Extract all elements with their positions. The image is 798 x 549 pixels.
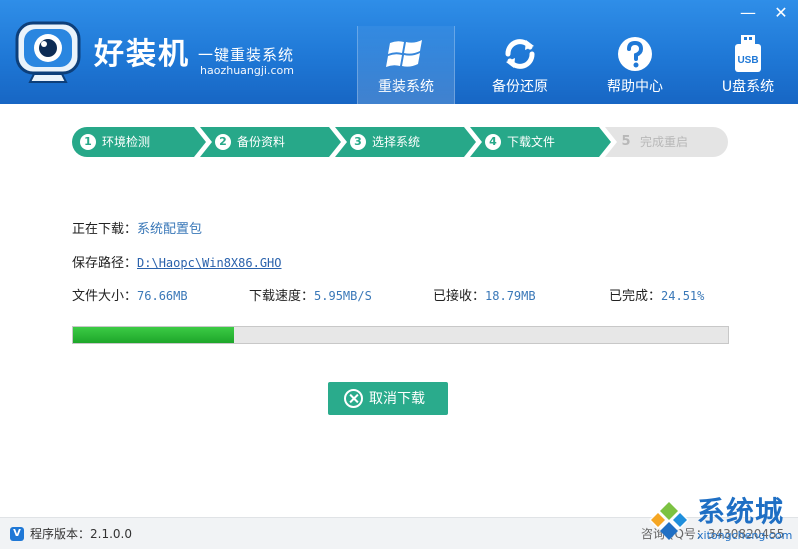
- step-label: 选择系统: [372, 135, 421, 149]
- nav-reinstall-system[interactable]: 重装系统: [357, 26, 455, 104]
- completed-label: 已完成：: [609, 289, 662, 304]
- file-size-label: 文件大小：: [72, 289, 138, 304]
- file-size-value: 76.66MB: [137, 289, 188, 303]
- step-number: 1: [80, 134, 96, 150]
- completed-stat: 已完成：24.51%: [609, 286, 704, 307]
- downloading-label: 正在下载：: [72, 222, 138, 237]
- title-bar: 好装机 一键重装系统 haozhuangji.com 重装系统 备份还原 帮助中…: [0, 0, 798, 104]
- download-progress-bar: [72, 326, 729, 344]
- progress-fill: [73, 327, 234, 343]
- step-finish-restart: 5 完成重启: [605, 127, 728, 157]
- cancel-download-button[interactable]: 取消下载: [328, 382, 448, 415]
- save-path-label: 保存路径：: [72, 256, 138, 271]
- nav-help-center[interactable]: 帮助中心: [586, 26, 684, 104]
- close-button[interactable]: ✕: [771, 4, 791, 22]
- nav-label: 备份还原: [492, 79, 548, 95]
- step-number: 4: [485, 134, 501, 150]
- windows-logo-icon: [386, 40, 422, 67]
- watermark-url: xitongcheng.com: [697, 529, 793, 542]
- app-domain: haozhuangji.com: [200, 64, 294, 77]
- site-watermark: 系统城 xitongcheng.com: [645, 494, 795, 546]
- nav-usb-system[interactable]: USB U盘系统: [699, 26, 797, 104]
- cancel-download-label: 取消下载: [369, 391, 425, 407]
- step-label: 环境检测: [102, 135, 151, 149]
- step-number: 5: [621, 134, 631, 149]
- step-backup-data: 2 备份资料: [200, 127, 341, 157]
- step-label: 完成重启: [640, 135, 689, 149]
- minimize-button[interactable]: —: [738, 4, 758, 22]
- step-progress: 1 环境检测 2 备份资料 3 选择系统 4 下载文件 5 完成重启: [72, 127, 728, 157]
- save-path-row: 保存路径：D:\Haopc\Win8X86.GHO: [72, 253, 282, 274]
- version-badge-icon: V: [10, 527, 24, 541]
- nav-backup-restore[interactable]: 备份还原: [471, 26, 569, 104]
- step-download-files: 4 下载文件: [470, 127, 611, 157]
- monitor-eye-icon: [15, 21, 81, 83]
- usb-drive-icon: USB: [735, 35, 761, 72]
- download-speed-label: 下载速度：: [249, 289, 315, 304]
- step-number: 3: [350, 134, 366, 150]
- app-brand: 好装机: [94, 37, 190, 72]
- downloading-row: 正在下载：系统配置包: [72, 220, 202, 240]
- step-number: 2: [215, 134, 231, 150]
- nav-label: 重装系统: [378, 79, 434, 95]
- watermark-cn: 系统城: [697, 495, 785, 528]
- step-env-check: 1 环境检测: [72, 127, 206, 157]
- save-path-link[interactable]: D:\Haopc\Win8X86.GHO: [137, 256, 282, 270]
- usb-badge-text: USB: [737, 55, 758, 66]
- watermark-diamond-icon: [649, 500, 689, 540]
- sync-arrows-icon: [505, 39, 535, 69]
- received-value: 18.79MB: [485, 289, 536, 303]
- version-text: 程序版本：2.1.0.0: [30, 527, 132, 541]
- file-size-stat: 文件大小：76.66MB: [72, 286, 188, 307]
- step-label: 备份资料: [237, 135, 286, 149]
- nav-label: U盘系统: [721, 79, 775, 95]
- completed-value: 24.51%: [661, 289, 705, 303]
- app-slogan: 一键重装系统: [198, 46, 295, 64]
- received-label: 已接收：: [433, 289, 486, 304]
- download-speed-value: 5.95MB/S: [314, 289, 372, 303]
- step-select-system: 3 选择系统: [335, 127, 476, 157]
- close-circle-icon: [344, 389, 363, 408]
- nav-label: 帮助中心: [607, 79, 663, 95]
- download-speed-stat: 下载速度：5.95MB/S: [249, 286, 372, 307]
- question-icon: [618, 37, 652, 71]
- downloading-value: 系统配置包: [137, 222, 203, 237]
- received-stat: 已接收：18.79MB: [433, 286, 536, 307]
- step-label: 下载文件: [507, 135, 556, 149]
